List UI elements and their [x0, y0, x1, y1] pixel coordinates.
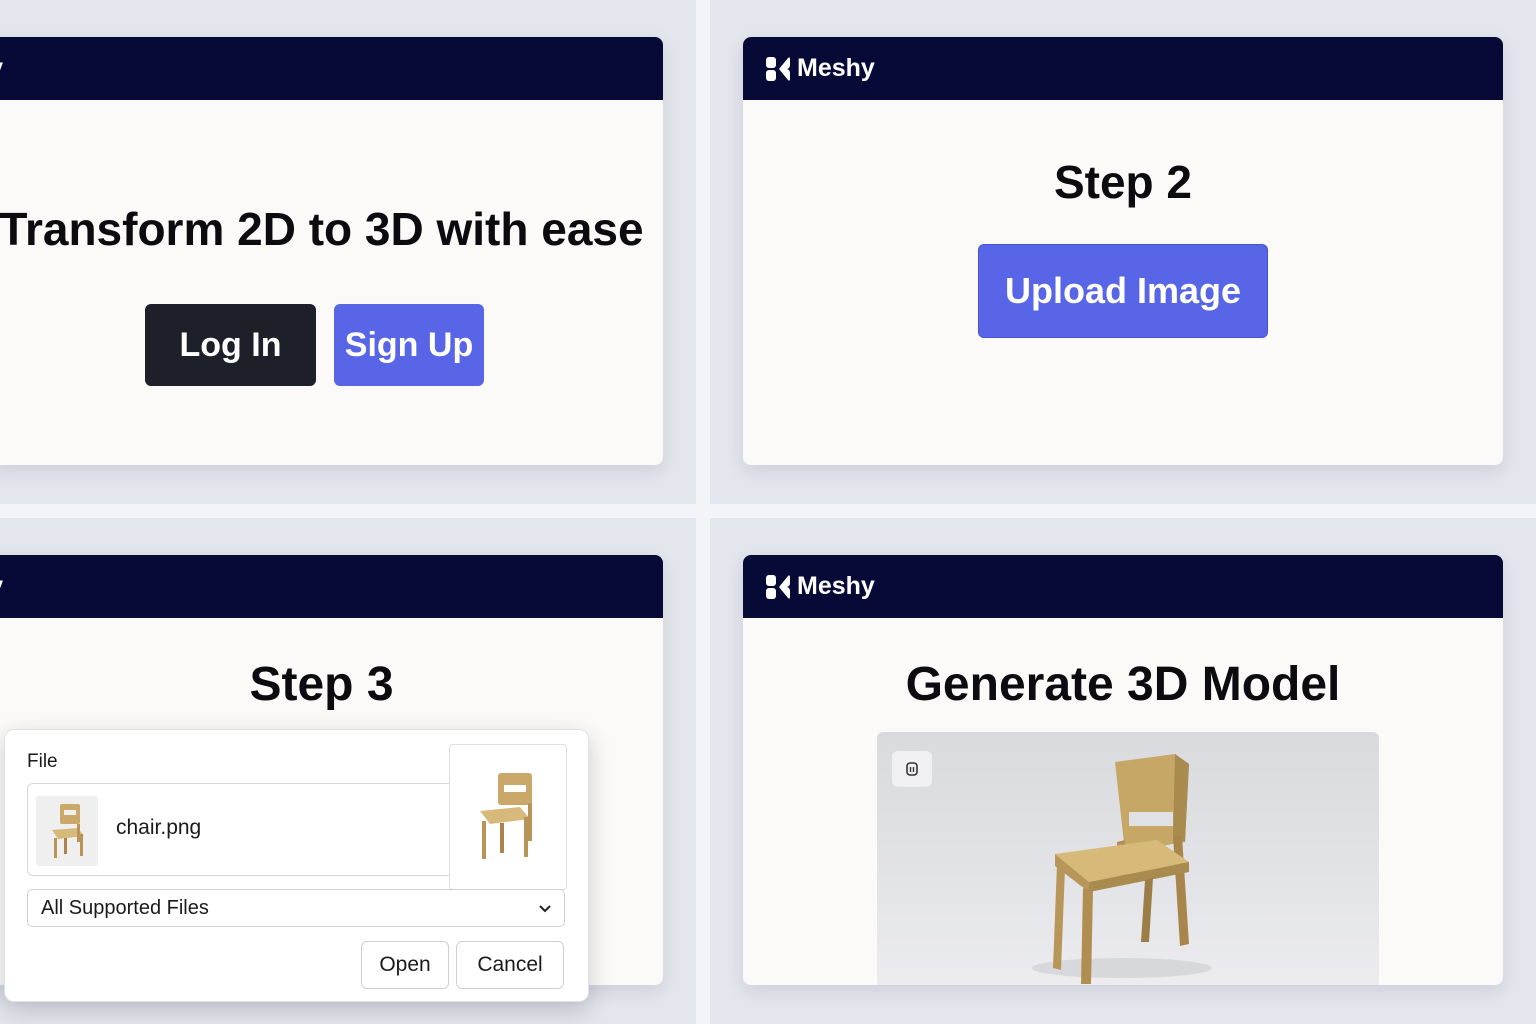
model-viewer[interactable] [877, 732, 1379, 985]
meshy-logo-icon [766, 56, 790, 81]
file-type-select[interactable]: All Supported Files [27, 889, 565, 927]
file-preview [449, 744, 567, 890]
app-header: eshy [0, 555, 663, 618]
app-header: eshy [0, 37, 663, 100]
upload-step-card: Meshy Step 2 Upload Image [743, 37, 1503, 465]
open-button[interactable]: Open [361, 941, 449, 989]
landing-card: eshy Transform 2D to 3D with ease Log In… [0, 37, 663, 465]
chair-3d-model [1032, 754, 1212, 984]
app-header: Meshy [743, 555, 1503, 618]
hero-headline: Transform 2D to 3D with ease [0, 203, 644, 255]
chair-image [52, 804, 84, 858]
brand-name: eshy [0, 572, 3, 601]
meshy-logo-icon [766, 574, 790, 599]
brand-logo[interactable]: Meshy [765, 54, 875, 83]
horizontal-divider [0, 504, 1536, 518]
file-name: chair.png [116, 816, 202, 839]
upload-image-button[interactable]: Upload Image [978, 244, 1268, 338]
step-heading: Step 3 [249, 658, 394, 711]
brand-name: Meshy [797, 572, 875, 600]
cancel-button[interactable]: Cancel [456, 941, 564, 989]
file-label: File [27, 751, 58, 772]
login-button[interactable]: Log In [145, 304, 316, 386]
file-open-dialog: File chair.png All Supported Files Open … [4, 729, 589, 1002]
generate-card: Meshy Generate 3D Model [743, 555, 1503, 985]
file-thumbnail [36, 796, 98, 866]
chevron-down-icon [539, 905, 551, 913]
brand-logo[interactable]: eshy [0, 54, 3, 83]
chair-image [480, 773, 532, 859]
step-heading: Step 2 [1053, 156, 1193, 208]
brand-logo[interactable]: Meshy [765, 572, 875, 601]
app-header: Meshy [743, 37, 1503, 100]
brand-name: eshy [0, 54, 3, 83]
file-list-item[interactable]: chair.png [27, 783, 461, 876]
generate-heading: Generate 3D Model [905, 658, 1341, 711]
brand-logo[interactable]: eshy [0, 572, 3, 601]
brand-name: Meshy [797, 54, 875, 82]
file-type-value: All Supported Files [41, 897, 209, 919]
signup-button[interactable]: Sign Up [334, 304, 484, 386]
